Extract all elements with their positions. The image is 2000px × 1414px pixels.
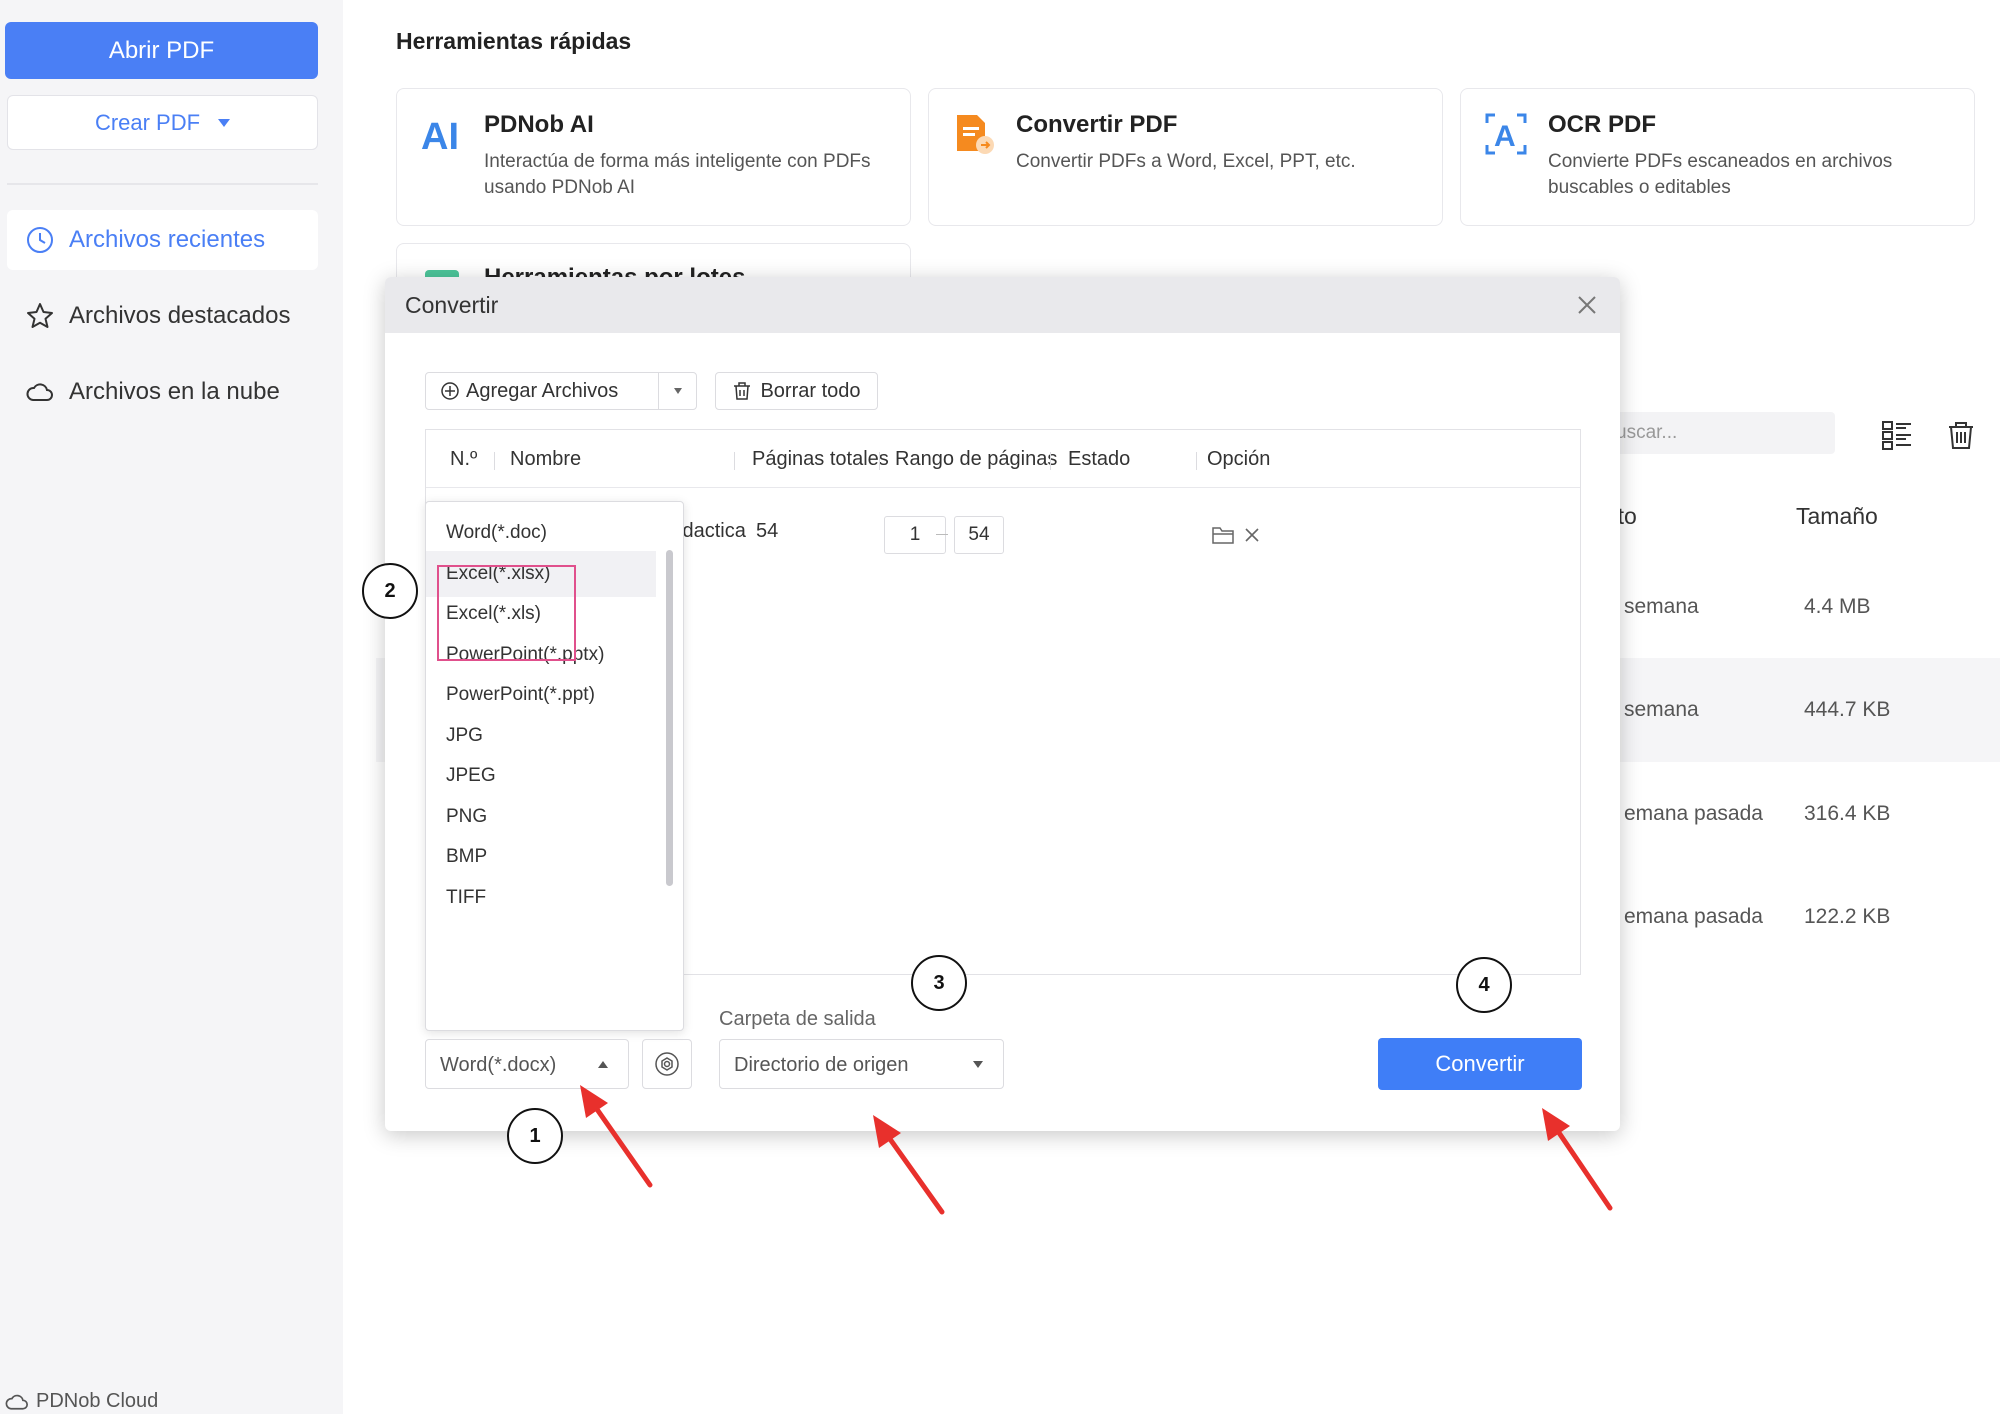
range-to-input[interactable]: 54 xyxy=(954,516,1004,554)
chevron-down-icon xyxy=(673,388,682,394)
column-separator xyxy=(1050,452,1051,470)
highlight-box xyxy=(437,565,576,661)
range-from-input[interactable]: 1 xyxy=(884,516,946,554)
tool-name: PDNob AI xyxy=(484,111,594,138)
chevron-down-icon xyxy=(973,1061,983,1068)
clock-icon xyxy=(27,227,53,253)
plus-circle-icon xyxy=(441,382,459,400)
tool-desc: Convierte PDFs escaneados en archivos bu… xyxy=(1548,151,1893,198)
add-files-dropdown[interactable] xyxy=(659,388,696,394)
format-option[interactable]: Word(*.doc) xyxy=(426,510,656,556)
remove-icon[interactable] xyxy=(1242,525,1262,545)
tool-name: Convertir PDF xyxy=(1016,111,1178,138)
sidebar-item-label: Archivos recientes xyxy=(69,226,266,253)
sidebar: Abrir PDF Crear PDF Archivos recientes A… xyxy=(0,0,343,1414)
output-folder-select[interactable]: Directorio de origen xyxy=(719,1039,1004,1089)
ai-icon: AI xyxy=(421,116,459,157)
format-select[interactable]: Word(*.docx) xyxy=(425,1039,629,1089)
file-size: 4.4 MB xyxy=(1804,595,1871,618)
cloud-icon xyxy=(26,383,53,401)
col-page-range: Rango de páginas xyxy=(895,448,1058,470)
sidebar-item-starred[interactable]: Archivos destacados xyxy=(7,286,318,346)
svg-text:A: A xyxy=(1494,120,1516,153)
col-name: Nombre xyxy=(510,448,582,470)
convert-button[interactable]: Convertir xyxy=(1378,1038,1582,1090)
column-separator xyxy=(494,452,495,470)
add-files-label: Agregar Archivos xyxy=(466,379,619,402)
column-separator xyxy=(1196,452,1197,470)
add-files-main[interactable]: Agregar Archivos xyxy=(426,373,659,409)
column-separator xyxy=(879,452,880,470)
close-icon[interactable] xyxy=(1574,292,1600,318)
column-size: Tamaño xyxy=(1796,503,1878,529)
tool-desc: Interactúa de forma más inteligente con … xyxy=(484,151,871,198)
file-opened: semana xyxy=(1624,698,1699,721)
chevron-up-icon xyxy=(598,1061,608,1068)
file-opened: semana xyxy=(1624,595,1699,618)
tool-desc: Convertir PDFs a Word, Excel, PPT, etc. xyxy=(1016,151,1356,172)
open-pdf-button[interactable]: Abrir PDF xyxy=(5,22,318,79)
clear-all-label: Borrar todo xyxy=(760,379,861,402)
dropdown-scrollbar[interactable] xyxy=(666,550,673,886)
col-status: Estado xyxy=(1068,448,1131,470)
gear-icon xyxy=(655,1052,679,1076)
format-option[interactable]: TIFF xyxy=(426,875,656,921)
sidebar-item-label: Archivos en la nube xyxy=(69,378,280,405)
quick-tools-title: Herramientas rápidas xyxy=(396,28,632,54)
svg-text:AI: AI xyxy=(421,116,459,157)
dialog-title: Convertir xyxy=(405,292,499,318)
settings-button[interactable] xyxy=(642,1039,692,1089)
format-option[interactable]: JPEG xyxy=(426,753,656,799)
format-option[interactable]: PowerPoint(*.ppt) xyxy=(426,672,656,718)
search-input[interactable]: uscar... xyxy=(1590,412,1835,454)
step-marker: 4 xyxy=(1456,957,1512,1013)
step-marker: 2 xyxy=(362,563,418,619)
sidebar-divider xyxy=(7,183,318,185)
pdnob-cloud-link[interactable]: PDNob Cloud xyxy=(4,1390,158,1413)
arrow-line xyxy=(877,1122,945,1215)
tool-name: OCR PDF xyxy=(1548,111,1656,138)
clear-all-button[interactable]: Borrar todo xyxy=(715,372,878,410)
create-pdf-button[interactable]: Crear PDF xyxy=(7,95,318,150)
tool-card-convert-pdf[interactable]: Convertir PDF Convertir PDFs a Word, Exc… xyxy=(928,88,1443,226)
trash-icon xyxy=(734,382,751,400)
col-number: N.º xyxy=(450,448,478,470)
cloud-icon xyxy=(5,1394,28,1410)
range-dash xyxy=(936,534,948,535)
sidebar-item-label: Archivos destacados xyxy=(69,302,291,329)
add-files-button[interactable]: Agregar Archivos xyxy=(425,372,697,410)
format-select-value: Word(*.docx) xyxy=(440,1054,557,1076)
convert-dialog: Convertir Agregar Archivos Borrar todo N… xyxy=(385,277,1620,1131)
file-size: 444.7 KB xyxy=(1804,698,1891,721)
step-marker: 1 xyxy=(507,1108,563,1164)
file-size: 316.4 KB xyxy=(1804,802,1891,825)
tool-card-ocr-pdf[interactable]: A OCR PDF Convierte PDFs escaneados en a… xyxy=(1460,88,1975,226)
col-total-pages: Páginas totales xyxy=(752,448,889,470)
format-option[interactable]: BMP xyxy=(426,834,656,880)
file-opened: emana pasada xyxy=(1624,802,1763,825)
tool-card-pdnob-ai[interactable]: AI PDNob AI Interactúa de forma más inte… xyxy=(396,88,911,226)
cloud-label: PDNob Cloud xyxy=(36,1390,159,1412)
file-opened: emana pasada xyxy=(1624,905,1763,928)
col-option: Opción xyxy=(1207,448,1271,470)
file-size: 122.2 KB xyxy=(1804,905,1891,928)
folder-icon[interactable] xyxy=(1211,524,1235,546)
list-view-icon[interactable] xyxy=(1880,418,1914,452)
sidebar-item-cloud[interactable]: Archivos en la nube xyxy=(7,362,318,422)
dialog-header: Convertir xyxy=(385,277,1620,333)
create-pdf-label: Crear PDF xyxy=(94,109,201,135)
step-marker: 3 xyxy=(911,955,967,1011)
file-total-pages: 54 xyxy=(756,520,779,542)
output-folder-label: Carpeta de salida xyxy=(719,1008,876,1030)
chevron-down-icon xyxy=(218,118,231,127)
convert-pdf-icon xyxy=(957,115,994,154)
ocr-icon: A xyxy=(1485,113,1527,155)
column-separator xyxy=(734,452,735,470)
trash-icon[interactable] xyxy=(1944,418,1978,452)
output-folder-value: Directorio de origen xyxy=(734,1054,909,1076)
arrow-line xyxy=(1546,1115,1613,1211)
table-header: N.º Nombre Páginas totales Rango de pági… xyxy=(426,430,1580,488)
star-icon xyxy=(27,303,53,328)
sidebar-item-recent[interactable]: Archivos recientes xyxy=(7,210,318,270)
